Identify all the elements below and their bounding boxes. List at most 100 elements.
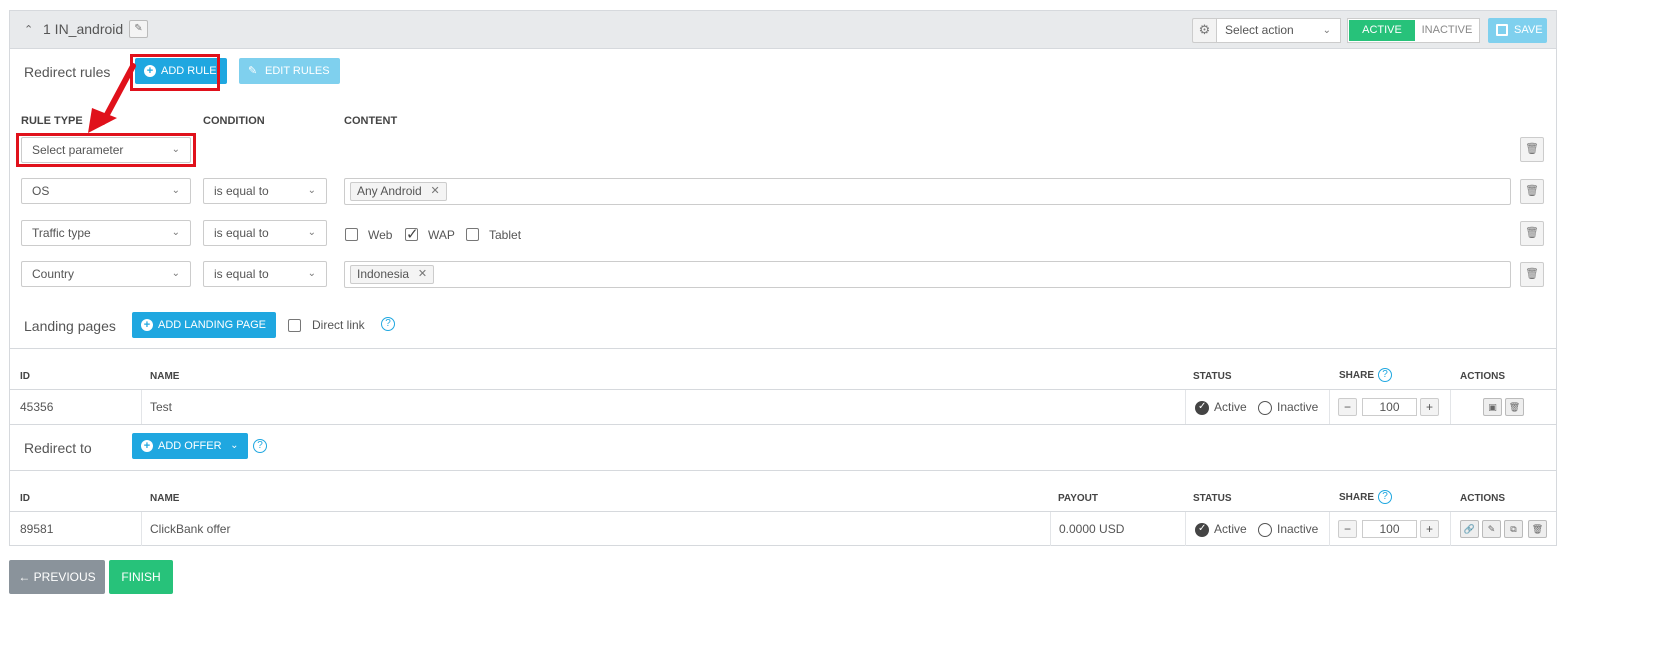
offer-row-id: 89581 <box>20 522 54 536</box>
status-inactive-radio[interactable] <box>1258 401 1272 415</box>
plus-circle-icon: + <box>141 319 153 331</box>
cell-divider <box>1329 390 1330 424</box>
offer-row-payout: 0.0000 USD <box>1059 522 1125 536</box>
condition-dropdown[interactable]: is equal to ⌄ <box>203 178 327 204</box>
divider <box>10 389 1556 390</box>
cell-divider <box>141 390 142 424</box>
cell-divider <box>1450 512 1451 546</box>
image-icon[interactable]: ▣ <box>1483 398 1502 416</box>
condition-dropdown[interactable]: is equal to ⌄ <box>203 220 327 246</box>
divider <box>10 511 1556 512</box>
pencil-icon[interactable]: ✎ <box>129 20 148 38</box>
condition-label: is equal to <box>214 267 269 281</box>
chevron-down-icon: ⌄ <box>171 227 180 238</box>
offer-col-actions: ACTIONS <box>1460 493 1505 504</box>
decrement-button[interactable]: − <box>1338 520 1357 538</box>
content-multiselect[interactable]: Indonesia ✕ <box>344 261 1511 288</box>
chevron-down-icon: ⌄ <box>230 440 239 451</box>
chevron-down-icon: ⌄ <box>307 227 316 238</box>
copy-icon[interactable]: ⧉ <box>1504 520 1523 538</box>
link-icon[interactable]: 🔗 <box>1460 520 1479 538</box>
divider <box>10 470 1556 471</box>
add-offer-button[interactable]: + ADD OFFER ⌄ <box>132 433 248 459</box>
offer-col-status: STATUS <box>1193 493 1232 504</box>
lp-col-actions: ACTIONS <box>1460 371 1505 382</box>
share-input[interactable]: 100 <box>1362 398 1417 416</box>
offer-col-id: ID <box>20 493 30 504</box>
gears-icon[interactable]: ⚙ <box>1192 18 1216 43</box>
landing-pages-title: Landing pages <box>24 318 116 334</box>
add-offer-label: ADD OFFER <box>158 440 222 452</box>
rule-type-dropdown[interactable]: Country ⌄ <box>21 261 191 287</box>
checkbox-web-label: Web <box>368 228 393 242</box>
trash-icon[interactable]: 🗑 <box>1520 137 1544 162</box>
trash-icon[interactable]: 🗑 <box>1520 221 1544 246</box>
status-active-radio[interactable] <box>1195 401 1209 415</box>
condition-dropdown[interactable]: is equal to ⌄ <box>203 261 327 287</box>
chevron-down-icon: ⌄ <box>307 268 316 279</box>
lp-col-id: ID <box>20 371 30 382</box>
pencil-icon[interactable]: ✎ <box>1482 520 1501 538</box>
toggle-inactive-button[interactable]: INACTIVE <box>1416 20 1478 41</box>
edit-rules-label: EDIT RULES <box>265 65 330 77</box>
save-button[interactable]: SAVE <box>1488 18 1547 43</box>
decrement-button[interactable]: − <box>1338 398 1357 416</box>
tag: Indonesia ✕ <box>350 265 435 284</box>
edit-rules-button[interactable]: ✎ EDIT RULES <box>239 58 340 84</box>
chevron-up-icon[interactable]: ⌃ <box>24 23 33 36</box>
redirect-to-title: Redirect to <box>24 440 92 456</box>
trash-icon[interactable]: 🗑 <box>1505 398 1524 416</box>
add-landing-page-label: ADD LANDING PAGE <box>158 319 266 331</box>
status-inactive-label: Inactive <box>1277 400 1319 414</box>
lp-col-status: STATUS <box>1193 371 1232 382</box>
rule-type-dropdown[interactable]: Traffic type ⌄ <box>21 220 191 246</box>
offer-col-name: NAME <box>150 493 180 504</box>
help-icon[interactable]: ? <box>1378 368 1392 382</box>
select-action-dropdown[interactable]: Select action ⌄ <box>1216 18 1341 43</box>
previous-button[interactable]: ← PREVIOUS <box>9 560 105 594</box>
checkbox-wap[interactable] <box>405 225 419 243</box>
status-active-radio[interactable] <box>1195 523 1209 537</box>
chevron-down-icon: ⌄ <box>171 185 180 196</box>
status-active-label: Active <box>1214 400 1247 414</box>
help-icon[interactable]: ? <box>381 317 395 331</box>
share-input[interactable]: 100 <box>1362 520 1417 538</box>
divider <box>10 348 1556 349</box>
cell-divider <box>1185 512 1186 546</box>
floppy-icon <box>1496 24 1508 36</box>
checkbox-tablet[interactable] <box>466 228 479 241</box>
checkbox-wap-label: WAP <box>428 228 455 242</box>
save-label: SAVE <box>1514 24 1543 36</box>
toggle-active-button[interactable]: ACTIVE <box>1349 20 1415 41</box>
finish-button[interactable]: FINISH <box>109 560 173 594</box>
offer-col-share: SHARE <box>1339 492 1375 503</box>
pencil-icon: ✎ <box>248 65 258 77</box>
status-inactive-radio[interactable] <box>1258 523 1272 537</box>
remove-tag-icon[interactable]: ✕ <box>418 266 427 283</box>
chevron-down-icon: ⌄ <box>307 185 316 196</box>
help-icon[interactable]: ? <box>1378 490 1392 504</box>
condition-label: is equal to <box>214 184 269 198</box>
increment-button[interactable]: + <box>1420 398 1439 416</box>
rule-type-label: Traffic type <box>32 226 91 240</box>
trash-icon[interactable]: 🗑 <box>1528 520 1547 538</box>
trash-icon[interactable]: 🗑 <box>1520 179 1544 204</box>
add-landing-page-button[interactable]: + ADD LANDING PAGE <box>132 312 276 338</box>
help-icon[interactable]: ? <box>253 439 267 453</box>
remove-tag-icon[interactable]: ✕ <box>431 183 440 200</box>
flow-panel: ⌃ 1 IN_android ✎ ⚙ Select action ⌄ ACTIV… <box>9 10 1557 546</box>
rule-type-dropdown[interactable]: OS ⌄ <box>21 178 191 204</box>
status-inactive-label: Inactive <box>1277 522 1319 536</box>
tag: Any Android ✕ <box>350 182 447 201</box>
checkbox-web[interactable] <box>345 228 358 241</box>
cell-divider <box>1329 512 1330 546</box>
direct-link-label: Direct link <box>312 318 365 332</box>
cell-divider <box>141 512 142 546</box>
direct-link-checkbox[interactable] <box>288 319 301 332</box>
divider <box>10 424 1556 425</box>
increment-button[interactable]: + <box>1420 520 1439 538</box>
trash-icon[interactable]: 🗑 <box>1520 262 1544 287</box>
highlight-add-rule <box>130 54 220 91</box>
cell-divider <box>1185 390 1186 424</box>
content-multiselect[interactable]: Any Android ✕ <box>344 178 1511 205</box>
